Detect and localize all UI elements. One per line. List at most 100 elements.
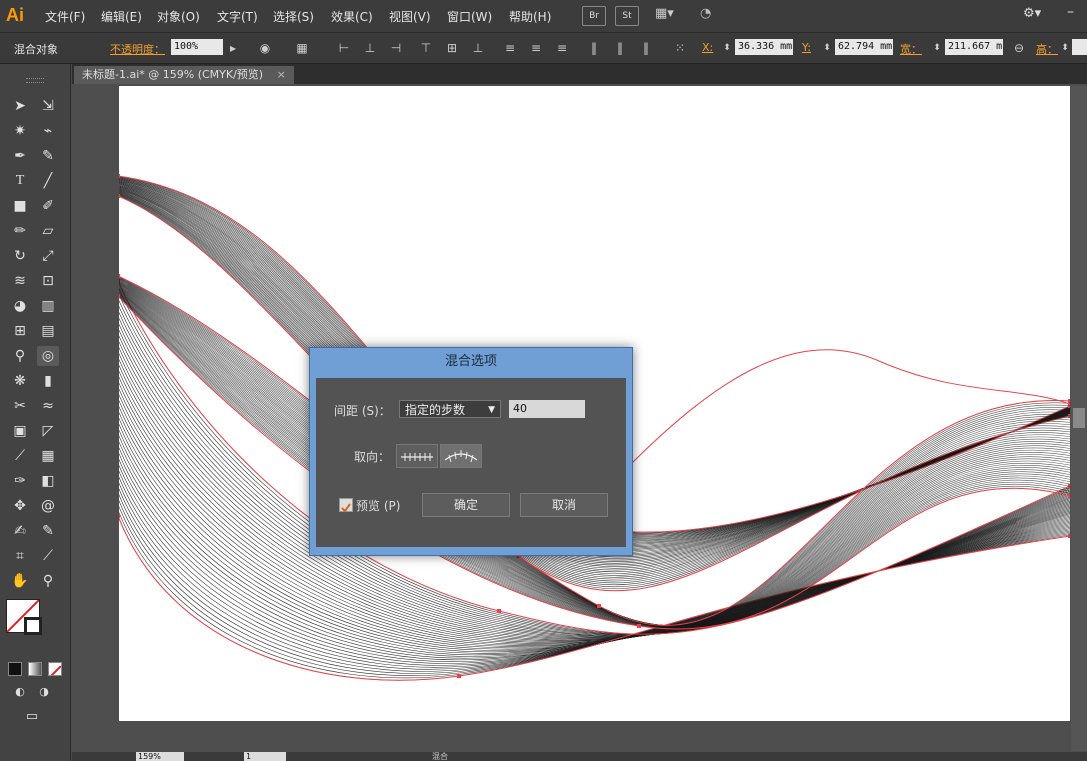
scrollbar-thumb[interactable]: [1073, 408, 1085, 428]
selection-tool-icon[interactable]: ➤: [9, 96, 31, 116]
align-right-icon[interactable]: ⊣: [389, 41, 403, 55]
bridge-button[interactable]: Br: [582, 6, 606, 26]
workspace-switcher-icon[interactable]: ⚙▾: [1023, 6, 1053, 24]
blob-brush-tool-icon[interactable]: ✑: [9, 471, 31, 491]
menu-effect[interactable]: 效果(C): [331, 8, 373, 25]
menu-file[interactable]: 文件(F): [45, 8, 85, 25]
h-label[interactable]: 高：: [1036, 41, 1058, 57]
gradient-tool-icon[interactable]: ▤: [37, 321, 59, 341]
document-tab[interactable]: 未标题-1.ai* @ 159% (CMYK/预览) ×: [74, 66, 294, 84]
recolor-icon[interactable]: ◉: [258, 41, 272, 55]
screen-mode-icon[interactable]: ▭: [21, 707, 43, 727]
align-to-page-button[interactable]: [396, 444, 438, 468]
ok-button[interactable]: 确定: [422, 493, 510, 517]
menu-object[interactable]: 对象(O): [157, 8, 200, 25]
opacity-arrow-icon[interactable]: ▸: [226, 41, 240, 55]
w-stepper-icon[interactable]: ⬍: [930, 41, 944, 55]
align-left-icon[interactable]: ⊢: [337, 41, 351, 55]
blend-tool-icon[interactable]: ◎: [37, 346, 59, 366]
dialog-title[interactable]: 混合选项: [310, 348, 632, 376]
direct-selection-tool-icon[interactable]: ⇲: [37, 96, 59, 116]
gpu-performance-icon[interactable]: ◔: [700, 6, 724, 24]
y-input[interactable]: 62.794 mm: [835, 39, 893, 55]
paintbrush-tool-icon[interactable]: ✐: [37, 196, 59, 216]
h-stepper-icon[interactable]: ⬍: [1058, 41, 1072, 55]
spacing-steps-input[interactable]: 40: [509, 400, 585, 418]
opacity-label[interactable]: 不透明度：: [110, 41, 165, 57]
reference-point-icon[interactable]: ⁙: [673, 41, 687, 55]
rotate-tool-icon[interactable]: ↻: [9, 246, 31, 266]
width-tool-icon[interactable]: ≋: [9, 271, 31, 291]
crop-tool-icon[interactable]: ⌗: [9, 546, 31, 566]
slice-tool-icon[interactable]: ✂: [9, 396, 31, 416]
eyedropper-tool-icon[interactable]: ⚲: [9, 346, 31, 366]
ruler-tool-icon[interactable]: ▦: [37, 446, 59, 466]
zoom-field[interactable]: 159%: [136, 752, 184, 761]
y-stepper-icon[interactable]: ⬍: [820, 41, 834, 55]
arrange-documents-icon[interactable]: ▦▾: [655, 6, 683, 24]
constrain-proportions-icon[interactable]: ⊖: [1012, 41, 1026, 55]
perspective-grid-tool-icon[interactable]: ▥: [37, 296, 59, 316]
measure-tool-icon[interactable]: ⟋: [37, 546, 59, 566]
minimize-icon[interactable]: –: [1067, 4, 1085, 26]
slice-select-tool-icon[interactable]: ◸: [37, 421, 59, 441]
shape-builder-tool-icon[interactable]: ◕: [9, 296, 31, 316]
rectangle-tool-icon[interactable]: ■: [9, 196, 31, 216]
draw-mode-icon[interactable]: ◐: [9, 682, 31, 702]
align-center-icon[interactable]: ⊥: [363, 41, 377, 55]
puppet-warp-tool-icon[interactable]: ✥: [9, 496, 31, 516]
none-mode-icon[interactable]: [48, 662, 62, 676]
spacing-dropdown[interactable]: 指定的步数 ▼: [399, 400, 501, 418]
align-top-icon[interactable]: ⊤: [419, 41, 433, 55]
live-paint-tool-icon[interactable]: ◧: [37, 471, 59, 491]
distribute-top-icon[interactable]: ≡: [503, 41, 517, 55]
distribute-middle-icon[interactable]: ≡: [529, 41, 543, 55]
free-transform-tool-icon[interactable]: ⊡: [37, 271, 59, 291]
distribute-left-icon[interactable]: ‖: [587, 41, 601, 55]
smooth-tool-icon[interactable]: ✍: [9, 521, 31, 541]
menu-help[interactable]: 帮助(H): [509, 8, 551, 25]
opacity-input[interactable]: 100%: [171, 39, 223, 55]
vertical-scrollbar[interactable]: [1071, 86, 1087, 751]
scale-tool-icon[interactable]: ⤢: [37, 246, 59, 266]
align-middle-icon[interactable]: ⊞: [445, 41, 459, 55]
preview-checkbox[interactable]: [339, 498, 353, 513]
y-label[interactable]: Y:: [802, 41, 811, 54]
w-label[interactable]: 宽：: [900, 41, 922, 57]
hand-tool-icon[interactable]: ✋: [9, 571, 31, 591]
distribute-right-icon[interactable]: ‖: [639, 41, 653, 55]
cancel-button[interactable]: 取消: [520, 493, 608, 517]
close-tab-icon[interactable]: ×: [277, 68, 286, 81]
pencil-tool-icon[interactable]: ✏: [9, 221, 31, 241]
lasso-tool-icon[interactable]: ⌁: [37, 121, 59, 141]
column-graph-tool-icon[interactable]: ▮: [37, 371, 59, 391]
stroke-swatch[interactable]: [24, 617, 42, 635]
x-input[interactable]: 36.336 mm: [735, 39, 793, 55]
zoom-tool-icon[interactable]: ⚲: [37, 571, 59, 591]
pen-tool-icon[interactable]: ✒: [9, 146, 31, 166]
symbol-sprayer-tool-icon[interactable]: ❋: [9, 371, 31, 391]
draw-inside-icon[interactable]: ◑: [33, 682, 55, 702]
distribute-bottom-icon[interactable]: ≡: [555, 41, 569, 55]
color-mode-icon[interactable]: [8, 662, 22, 676]
knife-tool-icon[interactable]: ⟋: [9, 446, 31, 466]
panel-grip[interactable]: [26, 78, 44, 83]
menu-edit[interactable]: 编辑(E): [101, 8, 142, 25]
x-label[interactable]: X:: [702, 41, 713, 54]
menu-type[interactable]: 文字(T): [217, 8, 258, 25]
page-field[interactable]: 1: [244, 752, 286, 761]
align-to-icon[interactable]: ▦: [295, 41, 309, 55]
h-input[interactable]: [1072, 39, 1087, 55]
warp-tool-icon[interactable]: ≈: [37, 396, 59, 416]
type-tool-icon[interactable]: T: [9, 171, 31, 191]
twirl-tool-icon[interactable]: @: [37, 496, 59, 516]
menu-select[interactable]: 选择(S): [273, 8, 314, 25]
align-to-path-button[interactable]: [440, 444, 482, 468]
menu-view[interactable]: 视图(V): [389, 8, 431, 25]
align-bottom-icon[interactable]: ⊥: [471, 41, 485, 55]
eraser-tool-icon[interactable]: ▱: [37, 221, 59, 241]
stock-button[interactable]: St: [615, 6, 639, 26]
mesh-tool-icon[interactable]: ⊞: [9, 321, 31, 341]
x-stepper-icon[interactable]: ⬍: [720, 41, 734, 55]
magic-wand-tool-icon[interactable]: ✷: [9, 121, 31, 141]
